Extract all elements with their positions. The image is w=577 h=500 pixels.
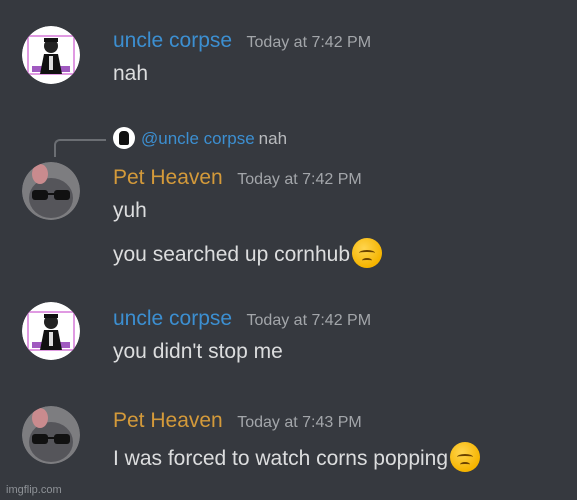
reply-preview-text: nah	[258, 129, 288, 148]
message-text-line: you searched up cornhub	[113, 238, 382, 268]
pensive-face-icon	[352, 238, 382, 268]
username[interactable]: uncle corpse	[113, 307, 232, 330]
avatar-uncle-corpse[interactable]	[22, 26, 80, 84]
message-text: nah	[113, 62, 149, 85]
watermark: imgflip.com	[6, 484, 62, 496]
reply-avatar	[113, 127, 135, 149]
message-header: Pet Heaven Today at 7:43 PM	[113, 409, 362, 433]
pensive-face-icon	[450, 442, 481, 472]
message-header: Pet Heaven Today at 7:42 PM	[113, 166, 362, 190]
username[interactable]: uncle corpse	[113, 29, 232, 52]
timestamp[interactable]: Today at 7:42 PM	[237, 171, 362, 188]
message-text: yuh	[113, 199, 147, 222]
message-text: you didn't stop me	[113, 340, 283, 363]
message-header: uncle corpse Today at 7:42 PM	[113, 307, 371, 331]
message-header: uncle corpse Today at 7:42 PM	[113, 29, 371, 53]
avatar-pet-heaven[interactable]	[22, 406, 80, 464]
reply-reference[interactable]: @uncle corpse nah	[113, 127, 287, 149]
reply-mention[interactable]: @uncle corpse	[141, 129, 255, 148]
timestamp[interactable]: Today at 7:43 PM	[237, 414, 362, 431]
message-text: you searched up cornhub	[113, 243, 350, 266]
timestamp[interactable]: Today at 7:42 PM	[247, 312, 372, 329]
reply-connector	[54, 139, 106, 157]
avatar-uncle-corpse[interactable]	[22, 302, 80, 360]
message-text-line: I was forced to watch corns popping	[113, 442, 481, 472]
message-text: I was forced to watch corns popping	[113, 447, 449, 470]
username[interactable]: Pet Heaven	[113, 166, 223, 189]
avatar-pet-heaven[interactable]	[22, 162, 80, 220]
timestamp[interactable]: Today at 7:42 PM	[247, 34, 372, 51]
username[interactable]: Pet Heaven	[113, 409, 223, 432]
